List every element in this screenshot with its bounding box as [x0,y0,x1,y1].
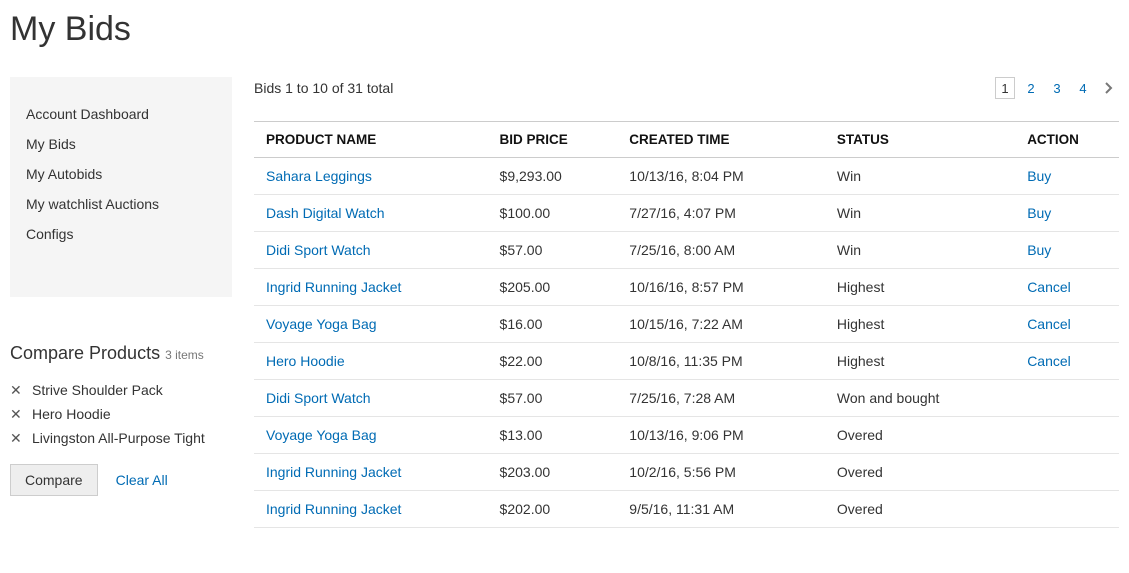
account-nav: Account Dashboard My Bids My Autobids My… [10,77,232,297]
action-link[interactable]: Buy [1027,168,1051,184]
table-row: Dash Digital Watch $100.00 7/27/16, 4:07… [254,195,1119,232]
table-row: Voyage Yoga Bag $16.00 10/15/16, 7:22 AM… [254,306,1119,343]
toolbar: Bids 1 to 10 of 31 total 1 2 3 4 [254,77,1119,99]
action-link[interactable]: Cancel [1027,353,1071,369]
table-row: Didi Sport Watch $57.00 7/25/16, 8:00 AM… [254,232,1119,269]
cell-status: Win [825,158,1015,195]
action-link[interactable]: Buy [1027,242,1051,258]
page-1[interactable]: 1 [995,77,1015,99]
cell-price: $16.00 [488,306,618,343]
table-row: Voyage Yoga Bag $13.00 10/13/16, 9:06 PM… [254,417,1119,454]
action-link[interactable]: Cancel [1027,316,1071,332]
cell-status: Overed [825,454,1015,491]
remove-icon[interactable]: ✕ [10,431,24,445]
sidebar: Account Dashboard My Bids My Autobids My… [10,77,232,496]
product-link[interactable]: Voyage Yoga Bag [266,427,377,443]
action-link[interactable]: Buy [1027,205,1051,221]
compare-title-text: Compare Products [10,343,160,363]
toolbar-amount: Bids 1 to 10 of 31 total [254,80,393,96]
th-price: BID PRICE [488,122,618,158]
compare-products-block: Compare Products 3 items ✕ Strive Should… [10,343,232,496]
th-action: ACTION [1015,122,1119,158]
cell-status: Won and bought [825,380,1015,417]
nav-watchlist[interactable]: My watchlist Auctions [26,189,216,219]
next-page-icon[interactable] [1099,77,1119,99]
compare-title: Compare Products 3 items [10,343,232,364]
cell-time: 7/27/16, 4:07 PM [617,195,825,232]
cell-status: Win [825,232,1015,269]
compare-count: 3 items [165,348,204,362]
product-link[interactable]: Ingrid Running Jacket [266,464,401,480]
table-row: Didi Sport Watch $57.00 7/25/16, 7:28 AM… [254,380,1119,417]
cell-time: 10/13/16, 8:04 PM [617,158,825,195]
cell-price: $13.00 [488,417,618,454]
product-link[interactable]: Sahara Leggings [266,168,372,184]
page-3[interactable]: 3 [1047,77,1067,99]
compare-product-link[interactable]: Livingston All-Purpose Tight [32,430,205,446]
cell-price: $100.00 [488,195,618,232]
cell-time: 10/13/16, 9:06 PM [617,417,825,454]
pager: 1 2 3 4 [995,77,1119,99]
clear-all-link[interactable]: Clear All [116,472,168,488]
th-product: PRODUCT NAME [254,122,488,158]
compare-item: ✕ Livingston All-Purpose Tight [10,426,232,450]
cell-time: 10/15/16, 7:22 AM [617,306,825,343]
cell-price: $57.00 [488,380,618,417]
compare-button[interactable]: Compare [10,464,98,496]
th-time: CREATED TIME [617,122,825,158]
cell-time: 7/25/16, 7:28 AM [617,380,825,417]
compare-product-link[interactable]: Hero Hoodie [32,406,111,422]
table-row: Ingrid Running Jacket $202.00 9/5/16, 11… [254,491,1119,528]
remove-icon[interactable]: ✕ [10,407,24,421]
cell-status: Highest [825,306,1015,343]
nav-configs[interactable]: Configs [26,219,216,249]
cell-price: $205.00 [488,269,618,306]
product-link[interactable]: Hero Hoodie [266,353,345,369]
table-row: Ingrid Running Jacket $205.00 10/16/16, … [254,269,1119,306]
compare-item: ✕ Strive Shoulder Pack [10,378,232,402]
cell-time: 10/8/16, 11:35 PM [617,343,825,380]
table-row: Hero Hoodie $22.00 10/8/16, 11:35 PM Hig… [254,343,1119,380]
cell-status: Overed [825,417,1015,454]
nav-my-autobids[interactable]: My Autobids [26,159,216,189]
product-link[interactable]: Voyage Yoga Bag [266,316,377,332]
product-link[interactable]: Didi Sport Watch [266,390,371,406]
page-4[interactable]: 4 [1073,77,1093,99]
table-row: Ingrid Running Jacket $203.00 10/2/16, 5… [254,454,1119,491]
cell-price: $9,293.00 [488,158,618,195]
cell-status: Win [825,195,1015,232]
nav-account-dashboard[interactable]: Account Dashboard [26,99,216,129]
cell-time: 7/25/16, 8:00 AM [617,232,825,269]
cell-price: $203.00 [488,454,618,491]
product-link[interactable]: Ingrid Running Jacket [266,279,401,295]
product-link[interactable]: Ingrid Running Jacket [266,501,401,517]
remove-icon[interactable]: ✕ [10,383,24,397]
page-2[interactable]: 2 [1021,77,1041,99]
cell-price: $22.00 [488,343,618,380]
th-status: STATUS [825,122,1015,158]
action-link[interactable]: Cancel [1027,279,1071,295]
bids-table: PRODUCT NAME BID PRICE CREATED TIME STAT… [254,121,1119,528]
cell-status: Highest [825,269,1015,306]
cell-price: $202.00 [488,491,618,528]
compare-item: ✕ Hero Hoodie [10,402,232,426]
cell-status: Overed [825,491,1015,528]
nav-my-bids[interactable]: My Bids [26,129,216,159]
product-link[interactable]: Dash Digital Watch [266,205,385,221]
cell-time: 10/16/16, 8:57 PM [617,269,825,306]
table-row: Sahara Leggings $9,293.00 10/13/16, 8:04… [254,158,1119,195]
main-content: Bids 1 to 10 of 31 total 1 2 3 4 PRODUCT… [254,77,1119,528]
cell-price: $57.00 [488,232,618,269]
compare-product-link[interactable]: Strive Shoulder Pack [32,382,163,398]
cell-status: Highest [825,343,1015,380]
product-link[interactable]: Didi Sport Watch [266,242,371,258]
cell-time: 9/5/16, 11:31 AM [617,491,825,528]
page-title: My Bids [10,10,1119,49]
cell-time: 10/2/16, 5:56 PM [617,454,825,491]
